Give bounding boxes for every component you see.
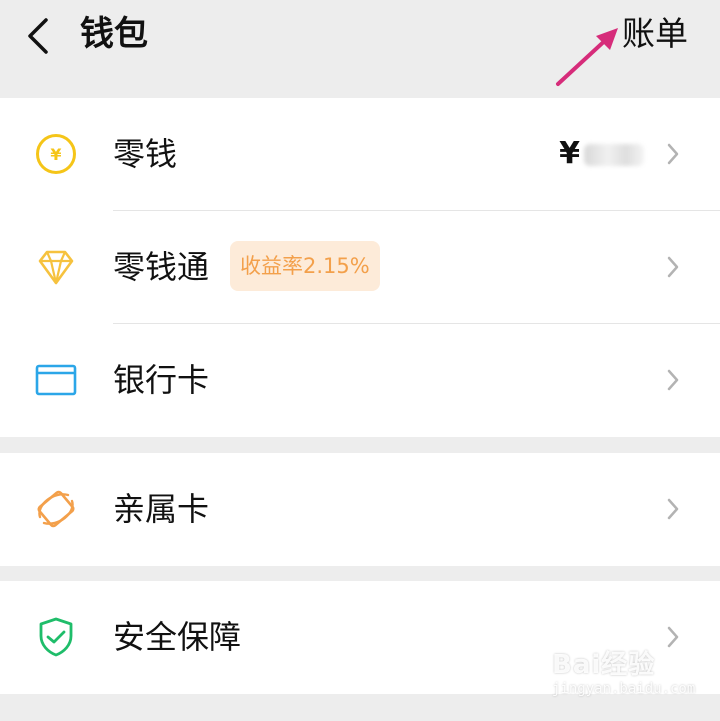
menu-item-family-card[interactable]: 亲属卡	[0, 453, 720, 566]
menu-item-label: 安全保障	[113, 618, 242, 656]
chevron-right-icon	[667, 143, 679, 165]
yuan-coin-icon: ¥	[36, 134, 76, 174]
shield-check-icon	[39, 617, 73, 657]
menu-item-change[interactable]: ¥ 零钱 ¥	[0, 98, 720, 211]
menu-item-change-plus[interactable]: 零钱通 收益率2.15%	[0, 211, 720, 324]
bank-card-icon	[35, 364, 77, 396]
balance-amount: ¥	[559, 132, 644, 176]
yield-rate-badge: 收益率2.15%	[230, 241, 380, 291]
menu-item-label: 零钱通	[113, 248, 210, 286]
back-arrow-icon[interactable]	[22, 14, 62, 58]
wallet-group: ¥ 零钱 ¥ 零钱通 收益率2.15% 银行卡	[0, 98, 720, 437]
family-card-icon	[37, 490, 75, 528]
watermark-brand: Bai经验	[552, 650, 656, 680]
menu-item-label: 亲属卡	[113, 490, 210, 528]
page-title: 钱包	[80, 14, 148, 54]
chevron-right-icon	[667, 369, 679, 391]
diamond-icon	[38, 250, 74, 285]
watermark-url: jingyan.baidu.com	[552, 681, 696, 697]
menu-item-label: 银行卡	[113, 361, 210, 399]
chevron-right-icon	[667, 626, 679, 648]
annotation-arrow-icon	[556, 28, 618, 86]
chevron-right-icon	[667, 256, 679, 278]
nav-bar: 钱包 账单	[0, 0, 720, 96]
svg-text:¥: ¥	[50, 145, 61, 164]
menu-item-label: 零钱	[113, 135, 178, 173]
chevron-right-icon	[667, 498, 679, 520]
baidu-jingyan-watermark: Bai经验 jingyan.baidu.com	[552, 650, 702, 712]
family-card-group: 亲属卡	[0, 453, 720, 566]
menu-item-bank-card[interactable]: 银行卡	[0, 324, 720, 437]
bill-button[interactable]: 账单	[622, 12, 688, 56]
